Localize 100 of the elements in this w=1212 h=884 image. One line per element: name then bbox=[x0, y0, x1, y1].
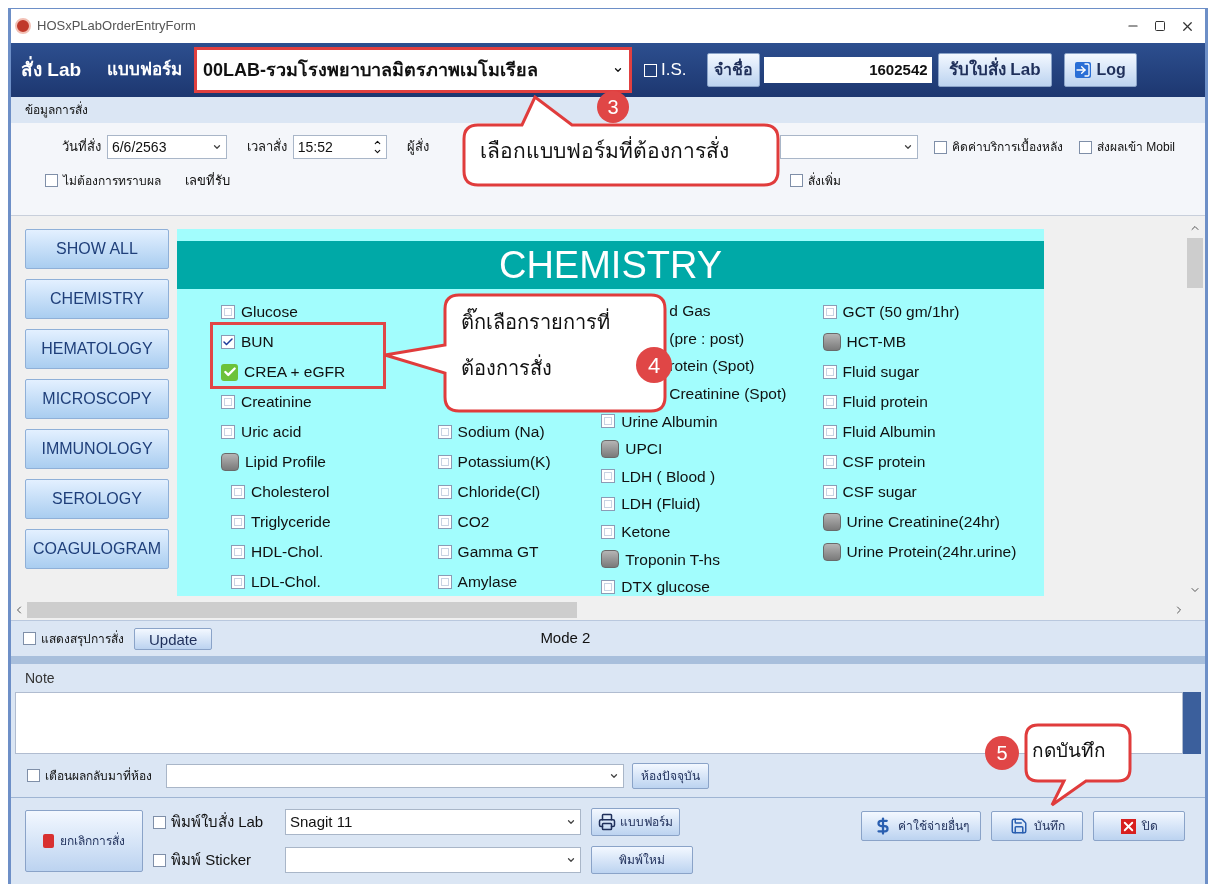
category-button[interactable]: MICROSCOPY bbox=[25, 379, 169, 419]
checkbox[interactable] bbox=[23, 632, 36, 645]
checkbox-label: คิดค่าบริการเบื้องหลัง bbox=[951, 138, 1063, 156]
checkbox[interactable] bbox=[1078, 140, 1092, 154]
category-button[interactable]: CHEMISTRY bbox=[25, 279, 169, 319]
spin-down-icon[interactable] bbox=[372, 147, 382, 156]
category-button[interactable]: COAGULOGRAM bbox=[25, 529, 169, 569]
printer-icon bbox=[598, 813, 616, 831]
callout-text: ต้องการสั่ง bbox=[461, 353, 552, 383]
checkbox[interactable] bbox=[437, 485, 452, 499]
receive-order-button[interactable]: รับใบสั่ง Lab bbox=[937, 53, 1052, 87]
header-title: สั่ง Lab bbox=[21, 55, 82, 82]
checkbox[interactable] bbox=[437, 515, 452, 529]
mode-label: Mode 2 bbox=[540, 628, 591, 649]
checkbox[interactable] bbox=[601, 579, 616, 594]
caret-icon bbox=[902, 142, 913, 152]
checkbox[interactable] bbox=[601, 414, 616, 429]
scrollbar-thumb[interactable] bbox=[27, 602, 577, 618]
checkbox-label: พิมพ์ใบสั่ง Lab bbox=[171, 811, 264, 832]
lab-test-label: Lipid Profile bbox=[245, 452, 326, 473]
category-button[interactable]: HEMATOLOGY bbox=[25, 329, 169, 369]
date-field[interactable]: 6/6/2563 bbox=[106, 135, 227, 159]
checkbox[interactable] bbox=[437, 455, 452, 469]
cancel-order-button[interactable]: ยกเลิกการสั่ง bbox=[25, 810, 143, 872]
checkbox[interactable] bbox=[437, 425, 452, 439]
lab-test-label: Cholesterol bbox=[251, 482, 330, 503]
caret-icon bbox=[566, 817, 576, 827]
checkbox[interactable] bbox=[822, 305, 837, 319]
reprint-button[interactable]: พิมพ์ใหม่ bbox=[591, 846, 693, 874]
checkbox[interactable] bbox=[822, 485, 837, 499]
checkbox[interactable] bbox=[153, 815, 166, 829]
checkbox[interactable] bbox=[437, 575, 452, 589]
checkbox[interactable] bbox=[153, 853, 166, 867]
category-button[interactable]: SEROLOGY bbox=[25, 479, 169, 519]
checkbox[interactable] bbox=[221, 335, 235, 349]
checkbox-label: I.S. bbox=[661, 59, 687, 82]
close-button[interactable]: ปิด bbox=[1093, 811, 1185, 841]
lab-test-label: Urine Protein(24hr.urine) bbox=[846, 542, 1017, 563]
field-label: วันที่สั่ง bbox=[60, 137, 101, 157]
checkbox[interactable] bbox=[231, 575, 245, 589]
lab-test-label: Triglyceride bbox=[251, 512, 331, 533]
checkbox[interactable] bbox=[45, 174, 58, 188]
checkbox[interactable] bbox=[231, 485, 245, 499]
callout-text: กดบันทึก bbox=[1032, 739, 1106, 763]
form-button[interactable]: แบบฟอร์ม bbox=[591, 808, 680, 836]
update-button[interactable]: Update bbox=[134, 627, 213, 650]
category-button[interactable]: IMMUNOLOGY bbox=[25, 429, 169, 469]
checkbox[interactable] bbox=[822, 365, 837, 379]
save-icon bbox=[1009, 817, 1028, 835]
checkbox[interactable] bbox=[601, 496, 616, 511]
checkbox[interactable] bbox=[221, 425, 235, 439]
checkbox[interactable] bbox=[822, 425, 837, 439]
sticker-dropdown[interactable] bbox=[285, 847, 581, 873]
checkbox[interactable] bbox=[27, 769, 40, 782]
form-dropdown[interactable]: 00LAB-รวมโรงพยาบาลมิตรภาพเมโมเรียล bbox=[194, 47, 633, 93]
other-expense-button[interactable]: ค่าใช้จ่ายอื่นๆ bbox=[861, 811, 981, 841]
maximize-icon[interactable] bbox=[1154, 20, 1166, 32]
orderer-dropdown[interactable] bbox=[780, 135, 918, 159]
scrollbar-thumb[interactable] bbox=[1187, 238, 1203, 288]
checkbox[interactable] bbox=[933, 140, 947, 154]
lab-test-label: LDH ( Blood ) bbox=[621, 466, 716, 487]
checkbox[interactable] bbox=[231, 515, 245, 529]
panel-header: CHEMISTRY bbox=[177, 241, 1044, 289]
group-toggle[interactable] bbox=[822, 513, 841, 531]
lab-test-label: CO2 bbox=[457, 512, 490, 533]
hn-field[interactable]: 1602542 bbox=[763, 57, 932, 83]
current-room-button[interactable]: ห้องปัจจุบัน bbox=[632, 762, 709, 789]
checkbox-label: เตือนผลกลับมาที่ห้อง bbox=[45, 766, 152, 785]
checkbox[interactable] bbox=[601, 524, 616, 539]
time-field[interactable]: 15:52 bbox=[292, 135, 387, 159]
printer-dropdown[interactable]: Snagit 11 bbox=[285, 809, 581, 835]
checkbox[interactable] bbox=[221, 395, 235, 409]
log-button[interactable]: Log bbox=[1063, 53, 1137, 87]
lab-test-label: UPCI bbox=[625, 439, 663, 460]
spin-up-icon[interactable] bbox=[372, 138, 382, 147]
checkbox[interactable] bbox=[221, 305, 235, 319]
lab-test-label: Creatinine bbox=[241, 392, 312, 413]
checkbox[interactable] bbox=[601, 469, 616, 484]
callout-text: เลือกแบบฟอร์มที่ต้องการสั่ง bbox=[480, 135, 729, 167]
group-toggle[interactable] bbox=[601, 439, 620, 458]
remember-button[interactable]: จำชื่อ bbox=[706, 53, 760, 87]
checkbox[interactable] bbox=[790, 174, 803, 188]
lab-test-label: Gamma GT bbox=[457, 542, 539, 563]
lab-test-label: Uric acid bbox=[241, 422, 302, 443]
group-toggle[interactable] bbox=[822, 543, 841, 561]
save-button[interactable]: บันทึก bbox=[991, 811, 1083, 841]
checkbox[interactable] bbox=[221, 363, 238, 381]
lab-test-label: Urine Albumin bbox=[621, 411, 718, 432]
checkbox[interactable] bbox=[437, 545, 452, 559]
room-dropdown[interactable] bbox=[166, 763, 624, 788]
group-toggle[interactable] bbox=[221, 453, 239, 471]
checkbox[interactable] bbox=[822, 395, 837, 409]
lab-test-label: Creatinine (Spot) bbox=[669, 383, 787, 404]
check-icon bbox=[222, 336, 234, 348]
category-button[interactable]: SHOW ALL bbox=[25, 229, 169, 269]
group-toggle[interactable] bbox=[822, 333, 841, 351]
note-scrollbar[interactable] bbox=[1183, 692, 1201, 754]
checkbox[interactable] bbox=[822, 455, 837, 469]
checkbox[interactable] bbox=[231, 545, 245, 559]
group-toggle[interactable] bbox=[601, 550, 620, 569]
